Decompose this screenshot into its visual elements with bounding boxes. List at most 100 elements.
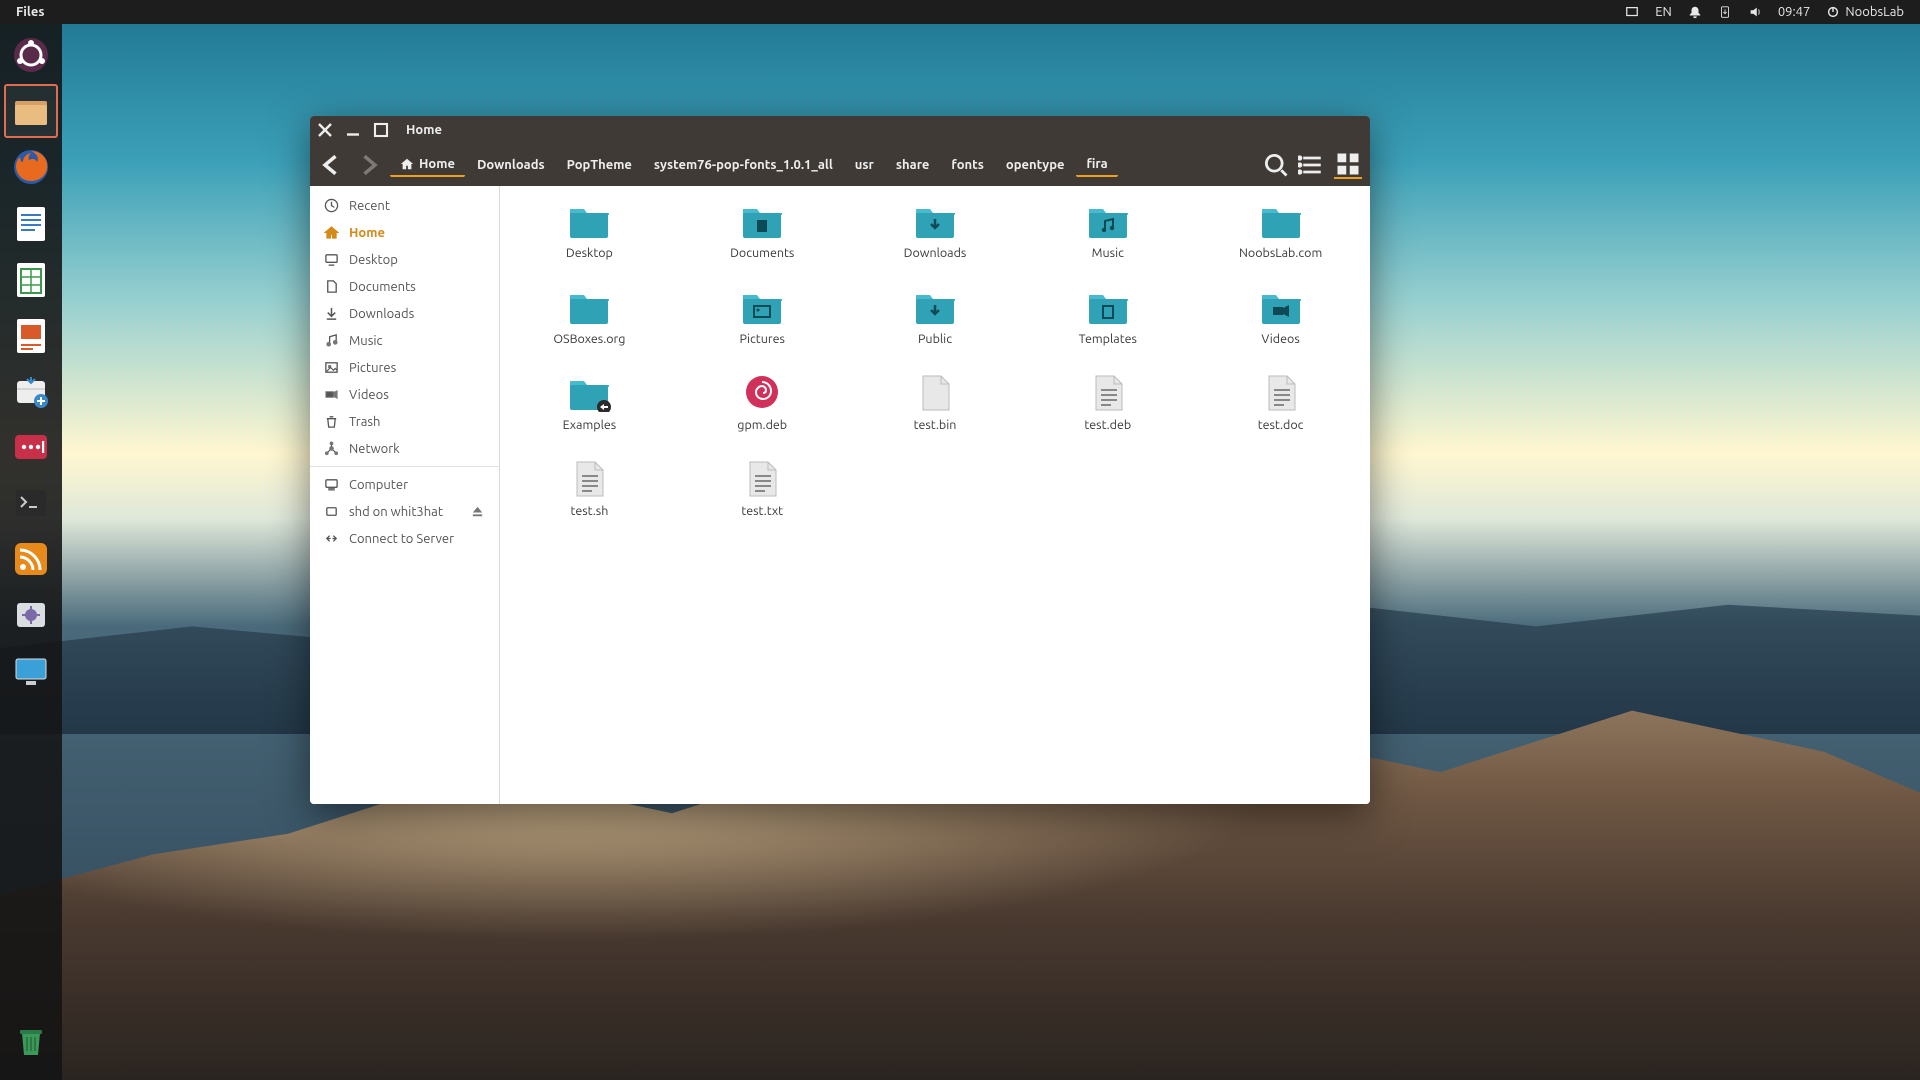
sidebar-item-shd-on-whit3hat[interactable]: shd on whit3hat: [310, 498, 499, 525]
breadcrumb-share[interactable]: share: [886, 154, 940, 176]
toolbar: HomeDownloadsPopThemesystem76-pop-fonts_…: [310, 144, 1370, 186]
places-sidebar: RecentHomeDesktopDocumentsDownloadsMusic…: [310, 186, 500, 804]
file-label: Templates: [1079, 332, 1137, 346]
file-icon: [567, 200, 611, 240]
file-icon: [1086, 200, 1130, 240]
breadcrumb-home[interactable]: Home: [390, 153, 465, 177]
grid-view-button[interactable]: [1334, 151, 1362, 179]
session-user: NoobsLab: [1845, 5, 1904, 19]
file-item[interactable]: Music: [1026, 196, 1189, 264]
file-item[interactable]: gpm.deb: [681, 368, 844, 436]
file-item[interactable]: Examples: [508, 368, 671, 436]
file-item[interactable]: OSBoxes.org: [508, 282, 671, 350]
file-label: Examples: [563, 418, 617, 432]
file-item[interactable]: NoobsLab.com: [1199, 196, 1362, 264]
file-item[interactable]: test.bin: [854, 368, 1017, 436]
window-titlebar[interactable]: Home: [310, 116, 1370, 144]
file-label: OSBoxes.org: [553, 332, 625, 346]
file-item[interactable]: Pictures: [681, 282, 844, 350]
active-app-label[interactable]: Files: [8, 5, 52, 19]
file-label: Music: [1092, 246, 1124, 260]
keyboard-lang[interactable]: EN: [1647, 5, 1680, 19]
session-menu[interactable]: NoobsLab: [1818, 5, 1912, 19]
sidebar-item-videos[interactable]: Videos: [310, 381, 499, 408]
breadcrumb-opentype[interactable]: opentype: [996, 154, 1075, 176]
updates-icon[interactable]: [1710, 5, 1740, 19]
breadcrumb-fonts[interactable]: fonts: [941, 154, 993, 176]
sidebar-item-recent[interactable]: Recent: [310, 192, 499, 219]
file-icon: [1259, 286, 1303, 326]
dock-files[interactable]: [6, 86, 56, 136]
file-item[interactable]: Videos: [1199, 282, 1362, 350]
breadcrumb: HomeDownloadsPopThemesystem76-pop-fonts_…: [390, 153, 1254, 177]
dock-settings[interactable]: [6, 590, 56, 640]
sidebar-item-network[interactable]: Network: [310, 435, 499, 462]
sidebar-item-connect-to-server[interactable]: Connect to Server: [310, 525, 499, 552]
file-icon: [740, 372, 784, 412]
file-icon: [567, 458, 611, 498]
dock-ubuntu-dash[interactable]: [6, 30, 56, 80]
folder-content[interactable]: Desktop Documents Downloads Music NoobsLab.c…: [500, 186, 1370, 804]
file-icon: [913, 286, 957, 326]
file-icon: [1086, 372, 1130, 412]
search-button[interactable]: [1262, 151, 1290, 179]
file-label: Downloads: [904, 246, 967, 260]
sidebar-item-pictures[interactable]: Pictures: [310, 354, 499, 381]
breadcrumb-system76-pop-fonts-1-0-1-all[interactable]: system76-pop-fonts_1.0.1_all: [644, 154, 843, 176]
file-item[interactable]: Templates: [1026, 282, 1189, 350]
window-title: Home: [406, 123, 442, 137]
file-label: Pictures: [739, 332, 784, 346]
dock-display[interactable]: [6, 646, 56, 696]
dock-impress[interactable]: [6, 310, 56, 360]
dock-calc[interactable]: [6, 254, 56, 304]
file-icon: [1259, 372, 1303, 412]
sidebar-item-computer[interactable]: Computer: [310, 471, 499, 498]
file-item[interactable]: test.deb: [1026, 368, 1189, 436]
file-item[interactable]: test.txt: [681, 454, 844, 522]
file-icon: [567, 372, 611, 412]
clock[interactable]: 09:47: [1770, 5, 1819, 19]
file-icon: [913, 372, 957, 412]
file-item[interactable]: Desktop: [508, 196, 671, 264]
file-item[interactable]: Downloads: [854, 196, 1017, 264]
sidebar-item-music[interactable]: Music: [310, 327, 499, 354]
breadcrumb-downloads[interactable]: Downloads: [467, 154, 555, 176]
dock-software[interactable]: [6, 366, 56, 416]
volume-icon[interactable]: [1740, 5, 1770, 19]
close-button[interactable]: [316, 121, 334, 139]
file-label: test.sh: [570, 504, 608, 518]
dock-lastpass[interactable]: [6, 422, 56, 472]
dock-terminal[interactable]: [6, 478, 56, 528]
list-view-button[interactable]: [1298, 151, 1326, 179]
file-icon: [1086, 286, 1130, 326]
dock-firefox[interactable]: [6, 142, 56, 192]
breadcrumb-poptheme[interactable]: PopTheme: [557, 154, 642, 176]
dock-rss[interactable]: [6, 534, 56, 584]
sidebar-item-desktop[interactable]: Desktop: [310, 246, 499, 273]
file-label: Documents: [730, 246, 794, 260]
sidebar-item-trash[interactable]: Trash: [310, 408, 499, 435]
sidebar-item-downloads[interactable]: Downloads: [310, 300, 499, 327]
file-item[interactable]: test.sh: [508, 454, 671, 522]
dock-trash[interactable]: [6, 1016, 56, 1066]
screen-icon[interactable]: [1617, 5, 1647, 19]
file-icon: [740, 286, 784, 326]
file-icon: [567, 286, 611, 326]
notifications-icon[interactable]: [1680, 5, 1710, 19]
file-item[interactable]: test.doc: [1199, 368, 1362, 436]
top-panel: Files EN 09:47 NoobsLab: [0, 0, 1920, 24]
dock-writer[interactable]: [6, 198, 56, 248]
file-label: gpm.deb: [737, 418, 787, 432]
sidebar-item-home[interactable]: Home: [310, 219, 499, 246]
breadcrumb-usr[interactable]: usr: [845, 154, 884, 176]
minimize-button[interactable]: [344, 121, 362, 139]
breadcrumb-fira[interactable]: fira: [1076, 153, 1117, 177]
nav-back-button[interactable]: [318, 151, 346, 179]
sidebar-item-documents[interactable]: Documents: [310, 273, 499, 300]
launcher-dock: [0, 24, 62, 1080]
file-item[interactable]: Public: [854, 282, 1017, 350]
file-item[interactable]: Documents: [681, 196, 844, 264]
nav-forward-button[interactable]: [354, 151, 382, 179]
file-icon: [1259, 200, 1303, 240]
maximize-button[interactable]: [372, 121, 390, 139]
